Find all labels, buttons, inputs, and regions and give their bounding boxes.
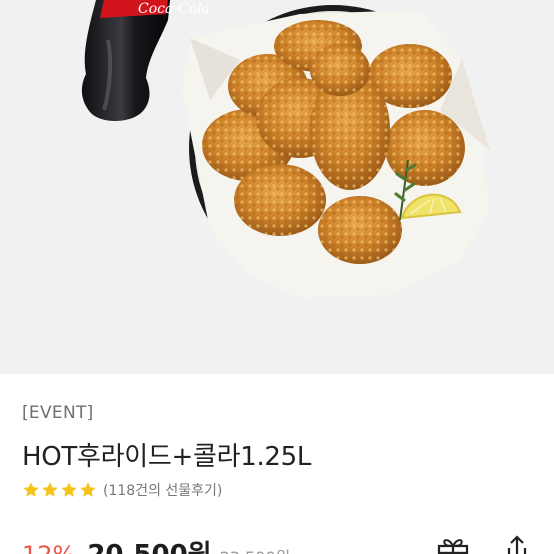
- star-icon: [61, 482, 77, 497]
- star-icon: [80, 482, 96, 497]
- product-detail-page: Coca-Cola [EVENT] HOT후라이드+콜라1.25L (118건의…: [0, 0, 554, 554]
- fried-chicken-photo: Coca-Cola: [81, 0, 490, 298]
- star-icon: [23, 482, 39, 497]
- share-icon[interactable]: [500, 534, 534, 554]
- bottle-label: Coca-Cola: [138, 1, 210, 17]
- star-icon: [42, 482, 58, 497]
- product-image[interactable]: Coca-Cola: [0, 0, 554, 374]
- rating-stars: [22, 481, 97, 499]
- discount-rate: 12%: [22, 541, 75, 554]
- rating-row[interactable]: (118건의 선물후기): [22, 480, 222, 500]
- price-row: 12% 20,500원 23,500원: [22, 534, 290, 554]
- gift-icon[interactable]: [436, 535, 470, 554]
- product-info: [EVENT] HOT후라이드+콜라1.25L (118건의 선물후기) 12%…: [0, 374, 554, 554]
- product-title: HOT후라이드+콜라1.25L: [22, 442, 312, 472]
- original-price: 23,500원: [220, 544, 291, 554]
- event-tag: [EVENT]: [22, 403, 94, 423]
- sale-price: 20,500원: [87, 534, 211, 554]
- review-count[interactable]: (118건의 선물후기): [103, 480, 222, 500]
